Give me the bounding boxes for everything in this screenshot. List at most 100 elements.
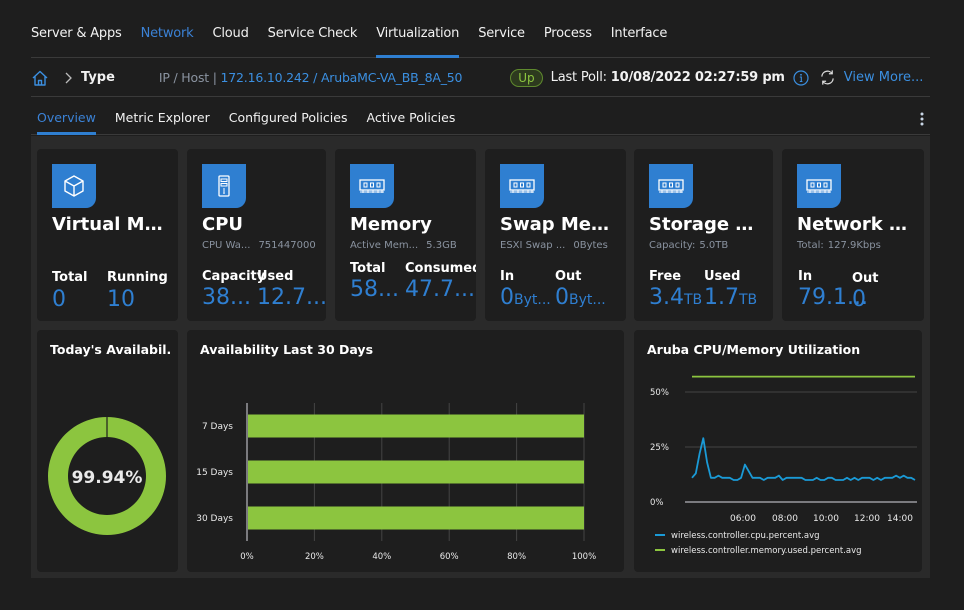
subtitle-value: 751447000 [258,240,316,251]
tab-cloud[interactable]: Cloud [213,18,249,57]
series-line-cpu[interactable] [691,437,916,481]
tab-virtualization[interactable]: Virtualization [376,18,459,58]
breadcrumb-type[interactable]: Type [81,70,115,85]
legend-label[interactable]: wireless.controller.cpu.percent.avg [671,531,820,541]
tab-network[interactable]: Network [141,18,194,57]
metric-card-memory[interactable]: Memory Active Mem... 5.3GB Total Consumed… [335,149,476,321]
last-poll-label: Last Poll: [550,70,607,85]
card-title: Virtual Ma... [52,214,167,235]
top-nav: Server & Apps Network Cloud Service Chec… [31,18,930,58]
subtitle-label: Capacity: [649,240,696,251]
stat-label: Capacity [202,269,266,284]
value-number: 0 [555,285,569,310]
stat-value: 0 [852,287,866,312]
card-subtitle: Active Mem... 5.3GB [350,240,457,251]
tab-service[interactable]: Service [478,18,525,57]
subtitle-value: 127.9Kbps [827,240,881,251]
breadcrumb: Type IP / Host | 172.16.10.242 / ArubaMC… [31,59,930,97]
stat-label: Total [52,270,88,285]
card-title: CPU [202,214,244,235]
tab-interface[interactable]: Interface [611,18,668,57]
value-number: 0 [500,285,514,310]
home-icon[interactable] [31,69,49,87]
metric-card-storage-devices[interactable]: Storage De... Capacity:5.0TB Free Used 3… [634,149,773,321]
memory-icon [500,164,544,208]
view-more-link[interactable]: View More... [844,70,924,85]
y-tick-label: 0% [650,498,664,508]
chevron-right-icon [65,72,72,83]
tab-overview[interactable]: Overview [31,98,102,135]
stat-value: 12.7... [257,285,327,310]
value-number: 3.4 [649,285,684,310]
x-tick-label: 20% [305,552,324,562]
tab-metric-explorer[interactable]: Metric Explorer [109,98,216,134]
stat-value: 0Byt... [500,285,551,310]
metric-card-network-stats[interactable]: Network St... Total:127.9Kbps In Out 79.… [782,149,924,321]
memory-icon [649,164,693,208]
overview-content: Virtual Ma... Total Running 0 10 CPU CPU… [31,136,930,578]
stat-value: 47.7... [405,277,475,302]
tab-server-apps[interactable]: Server & Apps [31,18,122,57]
stat-value: 10 [107,287,135,312]
card-title: Memory [350,214,432,235]
info-icon[interactable] [793,69,809,86]
ip-host-prefix: IP / Host | [158,70,217,85]
status-badge: Up [510,68,543,87]
metric-card-virtual-machines[interactable]: Virtual Ma... Total Running 0 10 [37,149,178,321]
y-tick-label: 25% [650,443,669,453]
legend-label[interactable]: wireless.controller.memory.used.percent.… [671,546,862,556]
metric-card-swap-memory[interactable]: Swap Mem... ESXI Swap ... 0Bytes In Out 0… [485,149,626,321]
stat-label: Total [350,261,386,276]
stat-label: Used [704,269,741,284]
card-title: Storage De... [649,214,764,235]
memory-icon [797,164,841,208]
stat-label: In [798,269,813,284]
x-tick-label: 100% [572,552,596,562]
ip-host-label: IP / Host | 172.16.10.242 / ArubaMC-VA_B… [158,70,463,85]
stat-value: 3.4TB [649,285,702,310]
subtitle-label: CPU Wa... [202,240,251,251]
more-options-icon[interactable] [920,112,924,126]
today-availability-card: Today's Availabil... 99.94% [37,330,178,572]
last-poll: Last Poll: 10/08/2022 02:27:59 pm [551,70,785,85]
metric-card-cpu[interactable]: CPU CPU Wa... 751447000 Capacity Used 38.… [187,149,327,321]
server-icon [202,164,246,208]
y-tick-label: 30 Days [196,514,233,524]
bar-7-days[interactable] [248,414,584,438]
stat-label: Out [852,271,879,286]
value-number: 1.7 [704,285,739,310]
tab-active-policies[interactable]: Active Policies [360,98,461,134]
y-tick-label: 50% [650,388,669,398]
last-poll-value: 10/08/2022 02:27:59 pm [610,70,785,85]
bar-30-days[interactable] [248,506,584,530]
x-tick-label: 0% [240,552,254,562]
subtitle-label: ESXI Swap ... [500,240,566,251]
y-tick-label: 15 Days [196,468,233,478]
stat-label: In [500,269,515,284]
cube-icon [52,164,96,208]
x-tick-label: 60% [440,552,459,562]
tab-configured-policies[interactable]: Configured Policies [223,98,354,134]
card-title: Network St... [797,214,912,235]
stat-label: Consumed [405,261,476,276]
value-unit: Byt... [569,292,606,308]
stat-label: Free [649,269,682,284]
stat-value: 0Byt... [555,285,606,310]
sub-tabs: Overview Metric Explorer Configured Poli… [31,98,930,135]
stat-value: 1.7TB [704,285,757,310]
bar-15-days[interactable] [248,460,584,484]
availability-30-days-card: Availability Last 30 Days 0% 20% 40% 60% 80%… [187,330,624,572]
memory-icon [350,164,394,208]
subtitle-value: 5.3GB [426,240,457,251]
stat-value: 38... [202,285,251,310]
ip-host-value[interactable]: 172.16.10.242 / ArubaMC-VA_BB_8A_50 [221,70,463,85]
tab-service-check[interactable]: Service Check [268,18,358,57]
x-tick-label: 12:00 [854,514,880,524]
availability-bar-chart: 0% 20% 40% 60% 80% 100% 7 Days 15 Days 30 Days [196,403,596,562]
refresh-icon[interactable] [819,69,836,86]
tab-process[interactable]: Process [544,18,592,57]
x-tick-label: 08:00 [772,514,798,524]
subtitle-label: Active Mem... [350,240,419,251]
availability-donut-chart: 99.94% [48,417,167,535]
donut-center-label: 99.94% [72,468,143,488]
